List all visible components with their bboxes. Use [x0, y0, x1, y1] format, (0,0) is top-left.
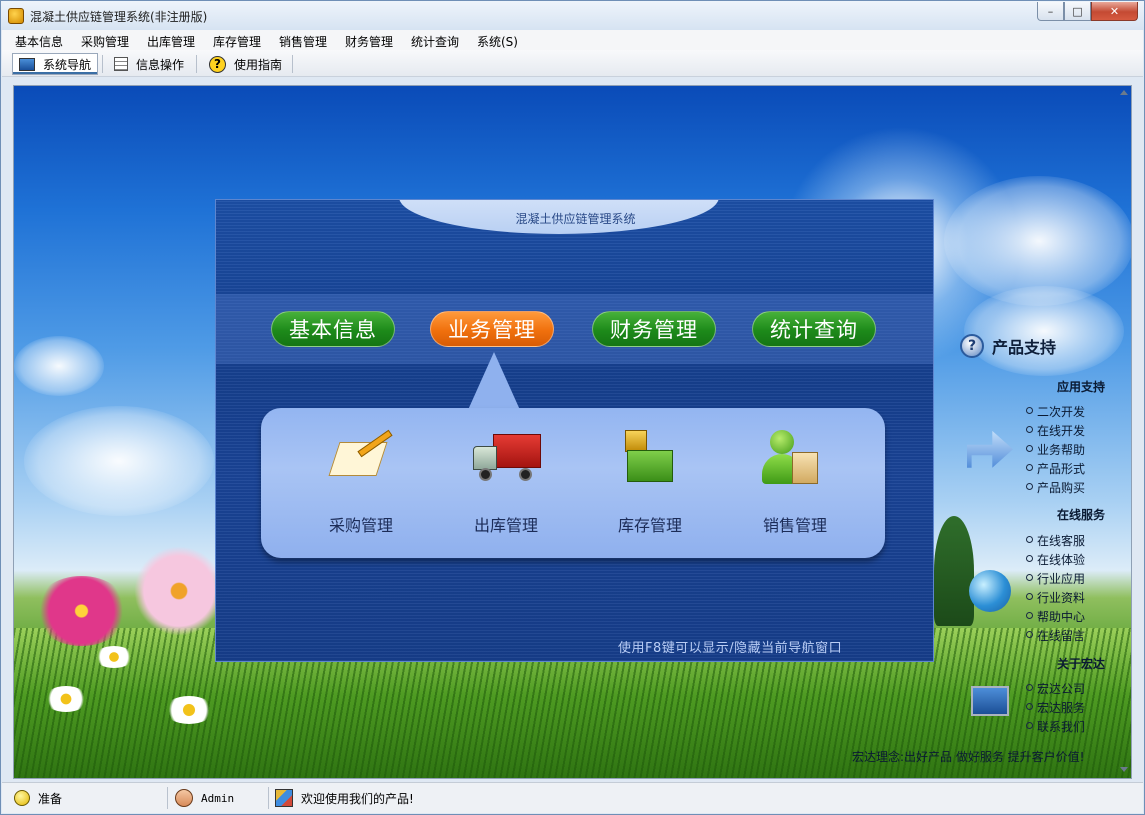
support-title: 产品支持: [992, 338, 1057, 357]
menu-outbound[interactable]: 出库管理: [147, 33, 195, 50]
toolbar-user-guide[interactable]: ? 使用指南: [203, 53, 288, 75]
window-controls: – □ ✕: [1037, 2, 1138, 21]
minimize-button[interactable]: –: [1037, 2, 1064, 21]
status-separator: [167, 787, 168, 809]
grid-icon: [114, 57, 128, 71]
scroll-up-arrow[interactable]: [1120, 90, 1128, 95]
active-category-pointer: [468, 352, 520, 410]
sub-item-outbound[interactable]: 出库管理: [451, 428, 561, 536]
maximize-button[interactable]: □: [1064, 2, 1091, 21]
link-leave-message[interactable]: 在线留言: [1026, 627, 1085, 644]
navigation-panel: 混凝土供应链管理系统 基本信息 业务管理 财务管理 统计查询 采购管理 出库管理…: [215, 199, 934, 662]
sub-item-inventory[interactable]: 库存管理: [595, 428, 705, 536]
link-industry-docs[interactable]: 行业资料: [1026, 589, 1085, 606]
stacked-boxes-icon: [615, 428, 685, 490]
cloud: [14, 336, 104, 396]
link-industry-apps[interactable]: 行业应用: [1026, 570, 1085, 587]
category-basic-info[interactable]: 基本信息: [271, 311, 395, 347]
toolbar-system-nav[interactable]: 系统导航: [12, 53, 99, 75]
user-icon: [175, 789, 193, 807]
globe-icon: [969, 570, 1011, 612]
sub-item-sales-label: 销售管理: [762, 516, 827, 535]
link-help-center[interactable]: 帮助中心: [1026, 608, 1085, 625]
menu-system[interactable]: 系统(S): [477, 33, 518, 50]
tree: [934, 516, 974, 626]
truck-icon: [471, 428, 541, 490]
sub-item-purchase-label: 采购管理: [328, 516, 393, 535]
toolbar: 系统导航 信息操作 ? 使用指南: [2, 50, 1143, 77]
sub-item-outbound-label: 出库管理: [473, 516, 538, 535]
link-business-help[interactable]: 业务帮助: [1026, 441, 1085, 458]
shopper-icon: [760, 428, 830, 490]
toolbar-separator: [196, 55, 197, 73]
status-ready-text: 准备: [38, 791, 63, 806]
support-header: ? 产品支持: [960, 334, 1056, 358]
main-content: 混凝土供应链管理系统 基本信息 业务管理 财务管理 统计查询 采购管理 出库管理…: [13, 85, 1132, 779]
daisy: [44, 686, 88, 712]
computer-icon: [971, 686, 1009, 716]
category-statistics[interactable]: 统计查询: [752, 311, 876, 347]
pink-flower: [134, 546, 224, 636]
link-product-form[interactable]: 产品形式: [1026, 460, 1085, 477]
window-title: 混凝土供应链管理系统(非注册版): [30, 10, 208, 24]
menu-statistics[interactable]: 统计查询: [411, 33, 459, 50]
arrow-icon: [967, 430, 1013, 468]
cloud: [964, 286, 1124, 376]
section-online-service: 在线服务: [1057, 508, 1106, 522]
close-button[interactable]: ✕: [1091, 2, 1138, 21]
sub-item-purchase[interactable]: 采购管理: [306, 428, 416, 536]
section-app-support: 应用支持: [1057, 380, 1106, 394]
status-message: 欢迎使用我们的产品!: [275, 787, 414, 809]
link-secondary-dev[interactable]: 二次开发: [1026, 403, 1085, 420]
sub-item-sales[interactable]: 销售管理: [740, 428, 850, 536]
monitor-icon: [19, 57, 35, 71]
cloud: [24, 406, 214, 516]
status-separator: [268, 787, 269, 809]
toggle-hint: 使用F8键可以显示/隐藏当前导航窗口: [618, 641, 843, 656]
link-service[interactable]: 宏达服务: [1026, 699, 1085, 716]
status-user-text: Admin: [201, 791, 235, 805]
scroll-down-arrow[interactable]: [1120, 767, 1128, 772]
category-business-mgmt[interactable]: 业务管理: [430, 311, 554, 347]
app-window: 混凝土供应链管理系统(非注册版) – □ ✕ 基本信息 采购管理 出库管理 库存…: [0, 0, 1145, 815]
toolbar-user-guide-label: 使用指南: [234, 57, 283, 72]
section-about: 关于宏达: [1057, 657, 1106, 671]
notepad-pencil-icon: [326, 428, 396, 490]
menu-finance[interactable]: 财务管理: [345, 33, 393, 50]
company-slogan: 宏达理念:出好产品 做好服务 提升客户价值!: [852, 750, 1085, 764]
link-online-trial[interactable]: 在线体验: [1026, 551, 1085, 568]
status-user: Admin: [175, 787, 234, 809]
menu-basic-info[interactable]: 基本信息: [15, 33, 63, 50]
daisy: [94, 646, 134, 668]
menu-bar: 基本信息 采购管理 出库管理 库存管理 销售管理 财务管理 统计查询 系统(S): [2, 30, 1143, 50]
toolbar-info-ops-label: 信息操作: [136, 57, 185, 72]
menu-inventory[interactable]: 库存管理: [213, 33, 261, 50]
link-online-support[interactable]: 在线客服: [1026, 532, 1085, 549]
app-icon: [8, 8, 24, 24]
link-contact[interactable]: 联系我们: [1026, 718, 1085, 735]
sub-item-inventory-label: 库存管理: [617, 516, 682, 535]
help-icon: ?: [209, 55, 226, 73]
toolbar-separator: [292, 55, 293, 73]
sub-menu-panel: 采购管理 出库管理 库存管理 销售管理: [261, 408, 885, 558]
menu-purchase[interactable]: 采购管理: [81, 33, 129, 50]
toolbar-info-ops[interactable]: 信息操作: [108, 53, 190, 75]
lightbulb-icon: [14, 790, 30, 806]
link-online-dev[interactable]: 在线开发: [1026, 422, 1085, 439]
question-icon: ?: [960, 334, 984, 358]
title-bar: 混凝土供应链管理系统(非注册版) – □ ✕: [1, 1, 1144, 30]
panel-title: 混凝土供应链管理系统: [515, 212, 636, 226]
link-product-purchase[interactable]: 产品购买: [1026, 479, 1085, 496]
status-bar: 准备 Admin 欢迎使用我们的产品!: [2, 782, 1143, 813]
toolbar-separator: [102, 55, 103, 73]
link-company[interactable]: 宏达公司: [1026, 680, 1085, 697]
menu-sales[interactable]: 销售管理: [279, 33, 327, 50]
status-ready: 准备: [14, 787, 62, 809]
daisy: [164, 696, 214, 724]
status-message-text: 欢迎使用我们的产品!: [301, 791, 414, 806]
category-finance-mgmt[interactable]: 财务管理: [592, 311, 716, 347]
toolbar-system-nav-label: 系统导航: [43, 57, 92, 72]
product-icon: [275, 789, 293, 807]
pink-flower: [34, 576, 129, 646]
